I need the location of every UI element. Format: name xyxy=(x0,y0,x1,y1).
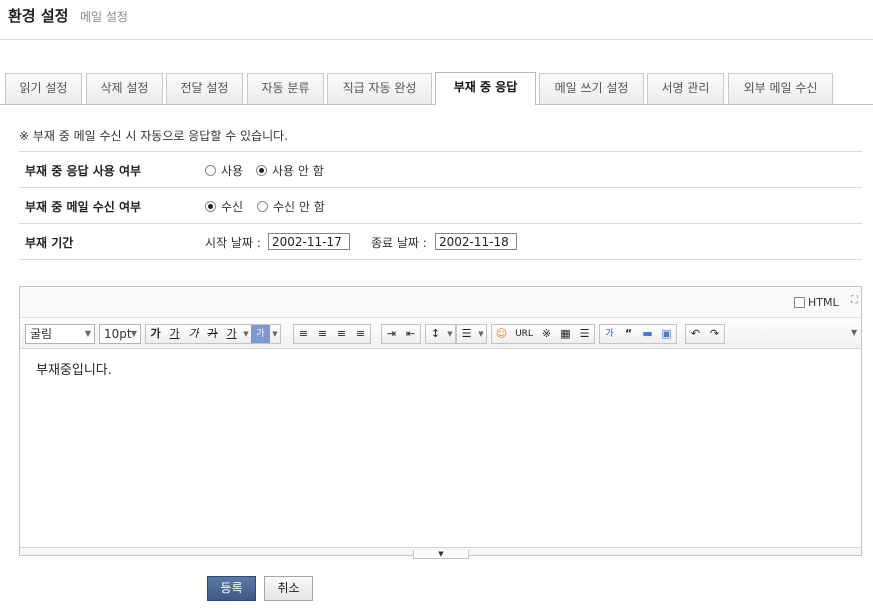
italic-button[interactable]: 가 xyxy=(184,325,203,343)
notice-text: ※ 부재 중 메일 수신 시 자동으로 응답할 수 있습니다. xyxy=(19,129,289,143)
align-center-icon[interactable]: ≡ xyxy=(313,325,332,343)
no-receive-radio[interactable]: 수신 안 함 xyxy=(257,198,325,215)
text-box-button[interactable]: 가 xyxy=(600,325,619,343)
cancel-button[interactable]: 취소 xyxy=(264,576,313,601)
tab-away-reply[interactable]: 부재 중 응답 xyxy=(435,72,536,105)
end-date-label: 종료 날짜 : xyxy=(371,236,427,250)
tab-read-settings[interactable]: 읽기 설정 xyxy=(5,73,82,104)
line-height-icon[interactable]: ↕ xyxy=(426,325,445,343)
tab-forward-settings[interactable]: 전달 설정 xyxy=(166,73,243,104)
indent-group: ⇥ ⇤ xyxy=(381,324,421,344)
table-icon[interactable]: ▦ xyxy=(556,325,575,343)
page-subtitle: 메일 설정 xyxy=(80,10,128,24)
auto-reply-label: 부재 중 응답 사용 여부 xyxy=(25,164,142,178)
receive-label: 부재 중 메일 수신 여부 xyxy=(25,200,142,214)
receive-row: 부재 중 메일 수신 여부 수신 수신 안 함 xyxy=(19,187,862,223)
align-justify-icon[interactable]: ≡ xyxy=(351,325,370,343)
bold-button[interactable]: 가 xyxy=(146,325,165,343)
undo-icon[interactable]: ↶ xyxy=(686,325,705,343)
editor-content-area[interactable]: 부재중입니다. xyxy=(20,349,861,547)
end-date-input[interactable] xyxy=(435,233,517,250)
tab-delete-settings[interactable]: 삭제 설정 xyxy=(86,73,163,104)
page-title: 환경 설정 xyxy=(8,7,69,25)
editor-resize-bar[interactable]: ▼ xyxy=(20,547,861,559)
toolbar-more-icon[interactable]: ▼ xyxy=(851,328,857,337)
text-style-group: 가 가 가 가 가 ▼ 가 ▼ xyxy=(145,324,281,344)
chevron-down-icon: ▼ xyxy=(130,329,137,338)
font-size-select[interactable]: 10pt ▼ xyxy=(99,324,141,344)
html-mode-checkbox[interactable]: HTML xyxy=(794,296,839,309)
tab-compose-settings[interactable]: 메일 쓰기 설정 xyxy=(539,73,644,104)
period-row: 부재 기간 시작 날짜 : 종료 날짜 : xyxy=(19,223,862,260)
indent-icon[interactable]: ⇥ xyxy=(382,325,401,343)
strikethrough-button[interactable]: 가 xyxy=(203,325,222,343)
checkbox-icon xyxy=(794,297,805,308)
start-date-label: 시작 날짜 : xyxy=(205,236,261,250)
special-char-button[interactable]: ※ xyxy=(537,325,556,343)
radio-off-icon xyxy=(205,165,216,176)
editor-toolbar: 굴림 ▼ 10pt ▼ 가 가 가 가 가 ▼ 가 ▼ ≡ ≡ ≡ ≡ ⇥ ⇤ ↕ … xyxy=(20,318,861,349)
chevron-down-icon[interactable]: ▼ xyxy=(445,325,455,343)
outdent-icon[interactable]: ⇤ xyxy=(401,325,420,343)
insert-group: ☺ URL ※ ▦ ☰ xyxy=(491,324,595,344)
font-color-button[interactable]: 가 xyxy=(222,325,241,343)
tab-signature[interactable]: 서명 관리 xyxy=(647,73,724,104)
align-right-icon[interactable]: ≡ xyxy=(332,325,351,343)
emoticon-icon[interactable]: ☺ xyxy=(492,325,511,343)
resize-grip-icon[interactable]: ▼ xyxy=(413,550,469,559)
auto-reply-no-use-radio[interactable]: 사용 안 함 xyxy=(256,162,324,179)
radio-on-icon xyxy=(256,165,267,176)
align-left-icon[interactable]: ≡ xyxy=(294,325,313,343)
start-date-input[interactable] xyxy=(268,233,350,250)
submit-button[interactable]: 등록 xyxy=(207,576,256,601)
tab-external-mail[interactable]: 외부 메일 수신 xyxy=(728,73,833,104)
chevron-down-icon[interactable]: ▼ xyxy=(270,325,280,343)
url-button[interactable]: URL xyxy=(511,325,537,343)
chevron-down-icon[interactable]: ▼ xyxy=(241,325,251,343)
radio-on-icon xyxy=(205,201,216,212)
period-label: 부재 기간 xyxy=(25,236,74,250)
tab-auto-filter[interactable]: 자동 분류 xyxy=(247,73,324,104)
auto-reply-row: 부재 중 응답 사용 여부 사용 사용 안 함 xyxy=(19,151,862,187)
list-group: ☰ ▼ xyxy=(456,324,487,344)
editor-content: 부재중입니다. xyxy=(36,363,112,378)
tab-title-autocomplete[interactable]: 직급 자동 완성 xyxy=(327,73,432,104)
align-group: ≡ ≡ ≡ ≡ xyxy=(293,324,371,344)
line-height-group: ↕ ▼ xyxy=(425,324,456,344)
editor-top-bar: HTML ⛶ xyxy=(20,287,861,318)
chevron-down-icon: ▼ xyxy=(84,329,91,338)
font-family-select[interactable]: 굴림 ▼ xyxy=(25,324,95,344)
rich-text-editor: HTML ⛶ 굴림 ▼ 10pt ▼ 가 가 가 가 가 ▼ 가 ▼ ≡ ≡ ≡ ≡… xyxy=(19,286,862,559)
block-group: 가 “ ▬ ▣ xyxy=(599,324,677,344)
page-header: 환경 설정 메일 설정 xyxy=(0,0,873,40)
image-icon[interactable]: ▬ xyxy=(638,325,657,343)
list-icon[interactable]: ☰ xyxy=(457,325,476,343)
quote-button[interactable]: “ xyxy=(619,325,638,343)
fullscreen-icon[interactable]: ⛶ xyxy=(849,295,860,306)
media-icon[interactable]: ▣ xyxy=(657,325,676,343)
bg-color-button[interactable]: 가 xyxy=(251,325,270,343)
horizontal-rule-icon[interactable]: ☰ xyxy=(575,325,594,343)
history-group: ↶ ↷ xyxy=(685,324,725,344)
receive-radio[interactable]: 수신 xyxy=(205,198,243,215)
chevron-down-icon[interactable]: ▼ xyxy=(476,325,486,343)
redo-icon[interactable]: ↷ xyxy=(705,325,724,343)
underline-button[interactable]: 가 xyxy=(165,325,184,343)
auto-reply-use-radio[interactable]: 사용 xyxy=(205,162,243,179)
settings-tabs: 읽기 설정 삭제 설정 전달 설정 자동 분류 직급 자동 완성 부재 중 응답… xyxy=(0,72,873,105)
radio-off-icon xyxy=(257,201,268,212)
